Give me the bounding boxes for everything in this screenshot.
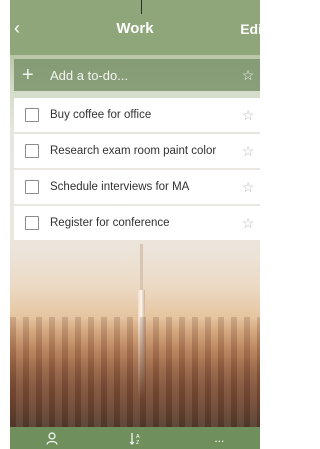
- list-header: ‹ Work Edi: [10, 0, 260, 55]
- todo-checkbox[interactable]: [25, 216, 39, 230]
- app-screen: ‹ Work Edi + Add a to-do... ☆ Buy coffee…: [10, 0, 260, 449]
- todo-checkbox[interactable]: [25, 180, 39, 194]
- star-icon[interactable]: ☆: [238, 67, 258, 84]
- todo-item[interactable]: Buy coffee for office ☆: [14, 98, 260, 132]
- todo-item[interactable]: Research exam room paint color ☆: [14, 134, 260, 168]
- todo-checkbox[interactable]: [25, 108, 39, 122]
- edit-button[interactable]: Edi: [240, 21, 260, 37]
- add-todo-input[interactable]: + Add a to-do... ☆: [14, 59, 260, 91]
- tower-spire: [140, 244, 143, 294]
- list-title: Work: [116, 20, 154, 37]
- city-skyline-background: [10, 317, 260, 427]
- star-icon[interactable]: ☆: [238, 179, 258, 196]
- todo-label: Schedule interviews for MA: [50, 181, 190, 193]
- todo-label: Buy coffee for office: [50, 109, 152, 121]
- add-todo-placeholder: Add a to-do...: [50, 67, 129, 83]
- star-icon[interactable]: ☆: [238, 215, 258, 232]
- star-icon[interactable]: ☆: [238, 143, 258, 160]
- plus-icon: +: [22, 63, 34, 86]
- todo-label: Register for conference: [50, 217, 170, 229]
- todo-checkbox[interactable]: [25, 144, 39, 158]
- svg-text:Z: Z: [136, 440, 140, 445]
- todo-item[interactable]: Schedule interviews for MA ☆: [14, 170, 260, 204]
- bottom-toolbar: A Z ...: [10, 427, 260, 449]
- person-icon[interactable]: [46, 431, 58, 445]
- more-options-button[interactable]: ...: [214, 431, 224, 445]
- todo-list: Buy coffee for office ☆ Research exam ro…: [14, 98, 260, 242]
- todo-item[interactable]: Register for conference ☆: [14, 206, 260, 240]
- star-icon[interactable]: ☆: [238, 107, 258, 124]
- todo-label: Research exam room paint color: [50, 145, 217, 157]
- tower-antenna: [141, 0, 142, 14]
- sort-az-icon[interactable]: A Z: [129, 432, 143, 445]
